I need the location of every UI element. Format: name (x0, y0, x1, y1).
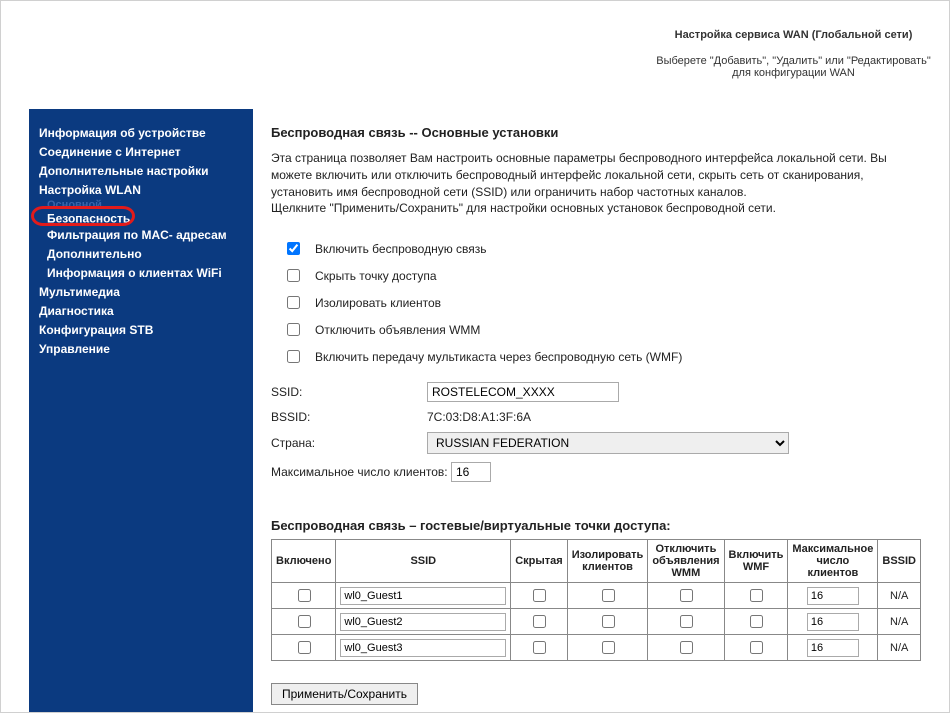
checkbox-enable-wmf[interactable] (287, 350, 300, 363)
main-content: Беспроводная связь -- Основные установки… (253, 109, 949, 712)
input-max-clients[interactable] (451, 462, 491, 482)
label-enable-wireless: Включить беспроводную связь (315, 242, 487, 256)
guest-isolate-checkbox[interactable] (602, 589, 615, 602)
th-enabled: Включено (272, 540, 336, 583)
guest-wmf-checkbox[interactable] (750, 615, 763, 628)
th-hidden: Скрытая (511, 540, 568, 583)
label-bssid: BSSID: (271, 410, 427, 424)
sidebar-item-diagnostics[interactable]: Диагностика (39, 301, 243, 320)
guest-ssid-input[interactable] (340, 613, 506, 631)
th-wmf: Включить WMF (724, 540, 788, 583)
guest-hidden-checkbox[interactable] (533, 615, 546, 628)
apply-save-button[interactable]: Применить/Сохранить (271, 683, 418, 705)
guest-max-input[interactable] (807, 639, 859, 657)
intro-line-2: Щелкните "Применить/Сохранить" для настр… (271, 201, 776, 215)
th-wmm: Отключить объявления WMM (648, 540, 724, 583)
topbar-hint: Настройка сервиса WAN (Глобальной сети) … (656, 29, 931, 79)
guest-max-input[interactable] (807, 613, 859, 631)
sidebar-item-advanced[interactable]: Дополнительные настройки (39, 161, 243, 180)
label-max-clients: Максимальное число клиентов: (271, 465, 451, 479)
th-bssid: BSSID (878, 540, 921, 583)
guest-max-input[interactable] (807, 587, 859, 605)
guest-ssid-input[interactable] (340, 587, 506, 605)
label-country: Страна: (271, 436, 427, 450)
th-isolate: Изолировать клиентов (567, 540, 648, 583)
table-row: N/A (272, 635, 921, 661)
label-ssid: SSID: (271, 385, 427, 399)
sidebar-item-stb-config[interactable]: Конфигурация STB (39, 320, 243, 339)
input-ssid[interactable] (427, 382, 619, 402)
guest-bssid-value: N/A (878, 583, 921, 609)
sidebar-item-wlan[interactable]: Настройка WLAN (39, 180, 243, 199)
guest-ssid-input[interactable] (340, 639, 506, 657)
sidebar-item-management[interactable]: Управление (39, 339, 243, 358)
topbar-desc: Выберете "Добавить", "Удалить" или "Реда… (656, 55, 931, 79)
th-ssid: SSID (336, 540, 511, 583)
sidebar-item-device-info[interactable]: Информация об устройстве (39, 123, 243, 142)
checkbox-hide-ap[interactable] (287, 269, 300, 282)
checkbox-enable-wireless[interactable] (287, 242, 300, 255)
guest-hidden-checkbox[interactable] (533, 589, 546, 602)
guest-wmm-checkbox[interactable] (680, 589, 693, 602)
table-row: N/A (272, 609, 921, 635)
sidebar-sub-security[interactable]: Безопасность (39, 209, 130, 228)
sidebar-item-internet[interactable]: Соединение с Интернет (39, 142, 243, 161)
select-country[interactable]: RUSSIAN FEDERATION (427, 432, 789, 454)
label-hide-ap: Скрыть точку доступа (315, 269, 437, 283)
guest-bssid-value: N/A (878, 609, 921, 635)
checkbox-isolate-clients[interactable] (287, 296, 300, 309)
value-bssid: 7C:03:D8:A1:3F:6A (427, 410, 531, 424)
guest-heading: Беспроводная связь – гостевые/виртуальны… (271, 518, 921, 533)
guest-wmm-checkbox[interactable] (680, 615, 693, 628)
guest-enabled-checkbox[interactable] (298, 641, 311, 654)
label-disable-wmm: Отключить объявления WMM (315, 323, 480, 337)
checkbox-disable-wmm[interactable] (287, 323, 300, 336)
guest-enabled-checkbox[interactable] (298, 615, 311, 628)
intro-line-1: Эта страница позволяет Вам настроить осн… (271, 151, 887, 199)
guest-wmm-checkbox[interactable] (680, 641, 693, 654)
page-title: Беспроводная связь -- Основные установки (271, 125, 921, 140)
guest-table: Включено SSID Скрытая Изолировать клиент… (271, 539, 921, 661)
guest-isolate-checkbox[interactable] (602, 641, 615, 654)
sidebar-item-multimedia[interactable]: Мультимедиа (39, 282, 243, 301)
guest-bssid-value: N/A (878, 635, 921, 661)
sidebar-sub-security-label: Безопасность (47, 211, 130, 225)
topbar-title: Настройка сервиса WAN (Глобальной сети) (656, 29, 931, 41)
sidebar: Информация об устройстве Соединение с Ин… (29, 109, 253, 713)
label-enable-wmf: Включить передачу мультикаста через бесп… (315, 350, 682, 364)
guest-wmf-checkbox[interactable] (750, 641, 763, 654)
table-row: N/A (272, 583, 921, 609)
guest-hidden-checkbox[interactable] (533, 641, 546, 654)
sidebar-sub-clients-info[interactable]: Информация о клиентах WiFi (39, 263, 243, 282)
th-max: Максимальное число клиентов (788, 540, 878, 583)
sidebar-sub-advanced-wlan[interactable]: Дополнительно (39, 244, 243, 263)
guest-isolate-checkbox[interactable] (602, 615, 615, 628)
guest-wmf-checkbox[interactable] (750, 589, 763, 602)
intro-text: Эта страница позволяет Вам настроить осн… (271, 150, 921, 217)
label-isolate-clients: Изолировать клиентов (315, 296, 441, 310)
guest-enabled-checkbox[interactable] (298, 589, 311, 602)
